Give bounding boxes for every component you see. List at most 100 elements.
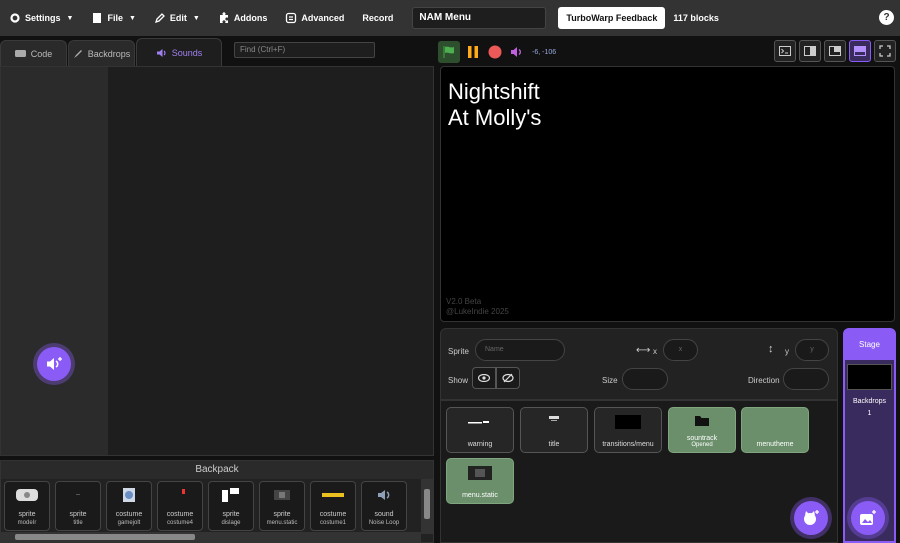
- caret-down-icon: ▼: [128, 14, 136, 22]
- backdrops-count: 1: [867, 410, 872, 417]
- backpack-item[interactable]: sprite modeIr: [4, 481, 50, 531]
- sprite-tile[interactable]: menu.static: [446, 458, 514, 504]
- sounds-editor: [0, 66, 434, 456]
- tab-backdrops[interactable]: Backdrops: [68, 40, 135, 66]
- backdrops-label: Backdrops: [852, 398, 887, 405]
- backpack-scrollbar-vertical[interactable]: [421, 479, 433, 534]
- x-input[interactable]: x: [663, 339, 698, 361]
- green-flag-button[interactable]: [438, 41, 460, 63]
- sprite-tile[interactable]: menutheme: [741, 407, 809, 453]
- y-label: y: [785, 347, 789, 356]
- project-title-input[interactable]: NAM Menu: [412, 7, 547, 29]
- add-sound-button[interactable]: [37, 347, 71, 381]
- terminal-button[interactable]: [774, 40, 796, 62]
- editor-tabs: Code Backdrops Sounds: [0, 38, 223, 66]
- view-mode-buttons: [774, 40, 896, 62]
- pause-icon: [468, 46, 478, 58]
- edit-menu[interactable]: Edit ▼: [145, 0, 209, 36]
- backpack-item-name: menu.static: [266, 520, 298, 526]
- large-stage-icon: [854, 46, 866, 56]
- mute-button[interactable]: [508, 43, 526, 61]
- backpack-header[interactable]: Backpack: [1, 461, 433, 479]
- sprite-label: Sprite: [448, 347, 469, 356]
- record-label: Record: [362, 13, 394, 23]
- backpack-item[interactable]: costume costume4: [157, 481, 203, 531]
- find-input[interactable]: Find (Ctrl+F): [234, 42, 375, 58]
- backpack-item-name: Noise Loop: [368, 520, 400, 526]
- backpack-item-type: costume: [319, 511, 347, 518]
- stage-title-line1: Nightshift: [448, 79, 540, 104]
- speaker-icon: [378, 490, 390, 500]
- backpack-item[interactable]: sound Noise Loop: [361, 481, 407, 531]
- feedback-button[interactable]: TurboWarp Feedback: [558, 7, 666, 29]
- sprite-tile-name: transitions/menu: [602, 441, 654, 448]
- backpack-item[interactable]: sprite dislage: [208, 481, 254, 531]
- pause-button[interactable]: [464, 43, 482, 61]
- small-stage-icon: [804, 46, 816, 56]
- tab-code[interactable]: Code: [0, 40, 67, 66]
- help-icon[interactable]: ?: [879, 10, 894, 25]
- tab-sounds[interactable]: Sounds: [136, 38, 222, 66]
- eye-icon: [478, 374, 490, 382]
- sprite-tile[interactable]: title: [520, 407, 588, 453]
- sprite-name-input[interactable]: Name: [475, 339, 565, 361]
- folder-icon: [695, 416, 709, 426]
- stage-title-text: Nightshift At Molly's: [448, 79, 541, 131]
- backpack-items: sprite modeIr sprite title costume gamej…: [4, 481, 407, 531]
- code-icon: [14, 50, 26, 57]
- direction-label: Direction: [748, 376, 780, 385]
- terminal-icon: [779, 46, 791, 56]
- normal-stage-button[interactable]: [824, 40, 846, 62]
- settings-menu[interactable]: Settings ▼: [0, 0, 82, 36]
- advanced-icon: [286, 12, 297, 24]
- add-backdrop-button[interactable]: [851, 501, 885, 535]
- y-input[interactable]: y: [795, 339, 829, 361]
- tab-backdrops-label: Backdrops: [87, 48, 131, 59]
- stop-icon: [488, 45, 502, 59]
- record-menu[interactable]: Record: [353, 0, 402, 36]
- sprite-tile[interactable]: sountrack Opened: [668, 407, 736, 453]
- add-sound-icon: [47, 357, 62, 370]
- large-stage-button[interactable]: [849, 40, 871, 62]
- speaker-icon: [511, 47, 521, 57]
- addons-menu[interactable]: Addons: [209, 0, 277, 36]
- show-button[interactable]: [472, 367, 496, 389]
- green-flag-icon: [443, 46, 454, 58]
- sprite-tile-name: sountrack: [686, 435, 718, 442]
- backpack-item-type: sprite: [273, 511, 291, 518]
- file-icon: [93, 13, 102, 23]
- small-stage-button[interactable]: [799, 40, 821, 62]
- backpack-item-name: costume4: [166, 520, 193, 526]
- backpack-item[interactable]: costume gamejolt: [106, 481, 152, 531]
- backpack-item[interactable]: sprite title: [55, 481, 101, 531]
- backpack-item-name: modeIr: [17, 520, 37, 526]
- sprite-tile[interactable]: transitions/menu: [594, 407, 662, 453]
- advanced-label: Advanced: [301, 13, 345, 23]
- backpack-item[interactable]: costume costume1: [310, 481, 356, 531]
- tab-sounds-label: Sounds: [171, 47, 203, 58]
- advanced-menu[interactable]: Advanced: [276, 0, 353, 36]
- fullscreen-icon: [879, 45, 891, 57]
- backpack: Backpack sprite modeIr sprite title cost…: [0, 460, 434, 543]
- hide-button[interactable]: [496, 367, 520, 389]
- costume-thumb-icon: [123, 488, 135, 502]
- stage-title-line2: At Molly's: [448, 105, 542, 130]
- size-input[interactable]: [622, 368, 668, 390]
- tab-code-label: Code: [30, 48, 53, 59]
- direction-input[interactable]: [783, 368, 829, 390]
- x-label: x: [653, 347, 657, 356]
- size-label: Size: [602, 376, 618, 385]
- sprite-tile[interactable]: warning: [446, 407, 514, 453]
- stop-button[interactable]: [486, 43, 504, 61]
- settings-label: Settings: [25, 13, 61, 23]
- file-menu[interactable]: File ▼: [82, 0, 144, 36]
- backpack-scrollbar-horizontal[interactable]: [1, 532, 421, 542]
- stage-canvas[interactable]: Nightshift At Molly's V2.0 Beta @LukeInd…: [440, 66, 895, 322]
- backpack-item-type: sprite: [69, 511, 87, 518]
- fullscreen-button[interactable]: [874, 40, 896, 62]
- sprite-tile-name: warning: [467, 441, 493, 448]
- backpack-item[interactable]: sprite menu.static: [259, 481, 305, 531]
- add-sprite-button[interactable]: [794, 501, 828, 535]
- caret-down-icon: ▼: [66, 14, 74, 22]
- stage-tab[interactable]: Stage: [845, 330, 894, 360]
